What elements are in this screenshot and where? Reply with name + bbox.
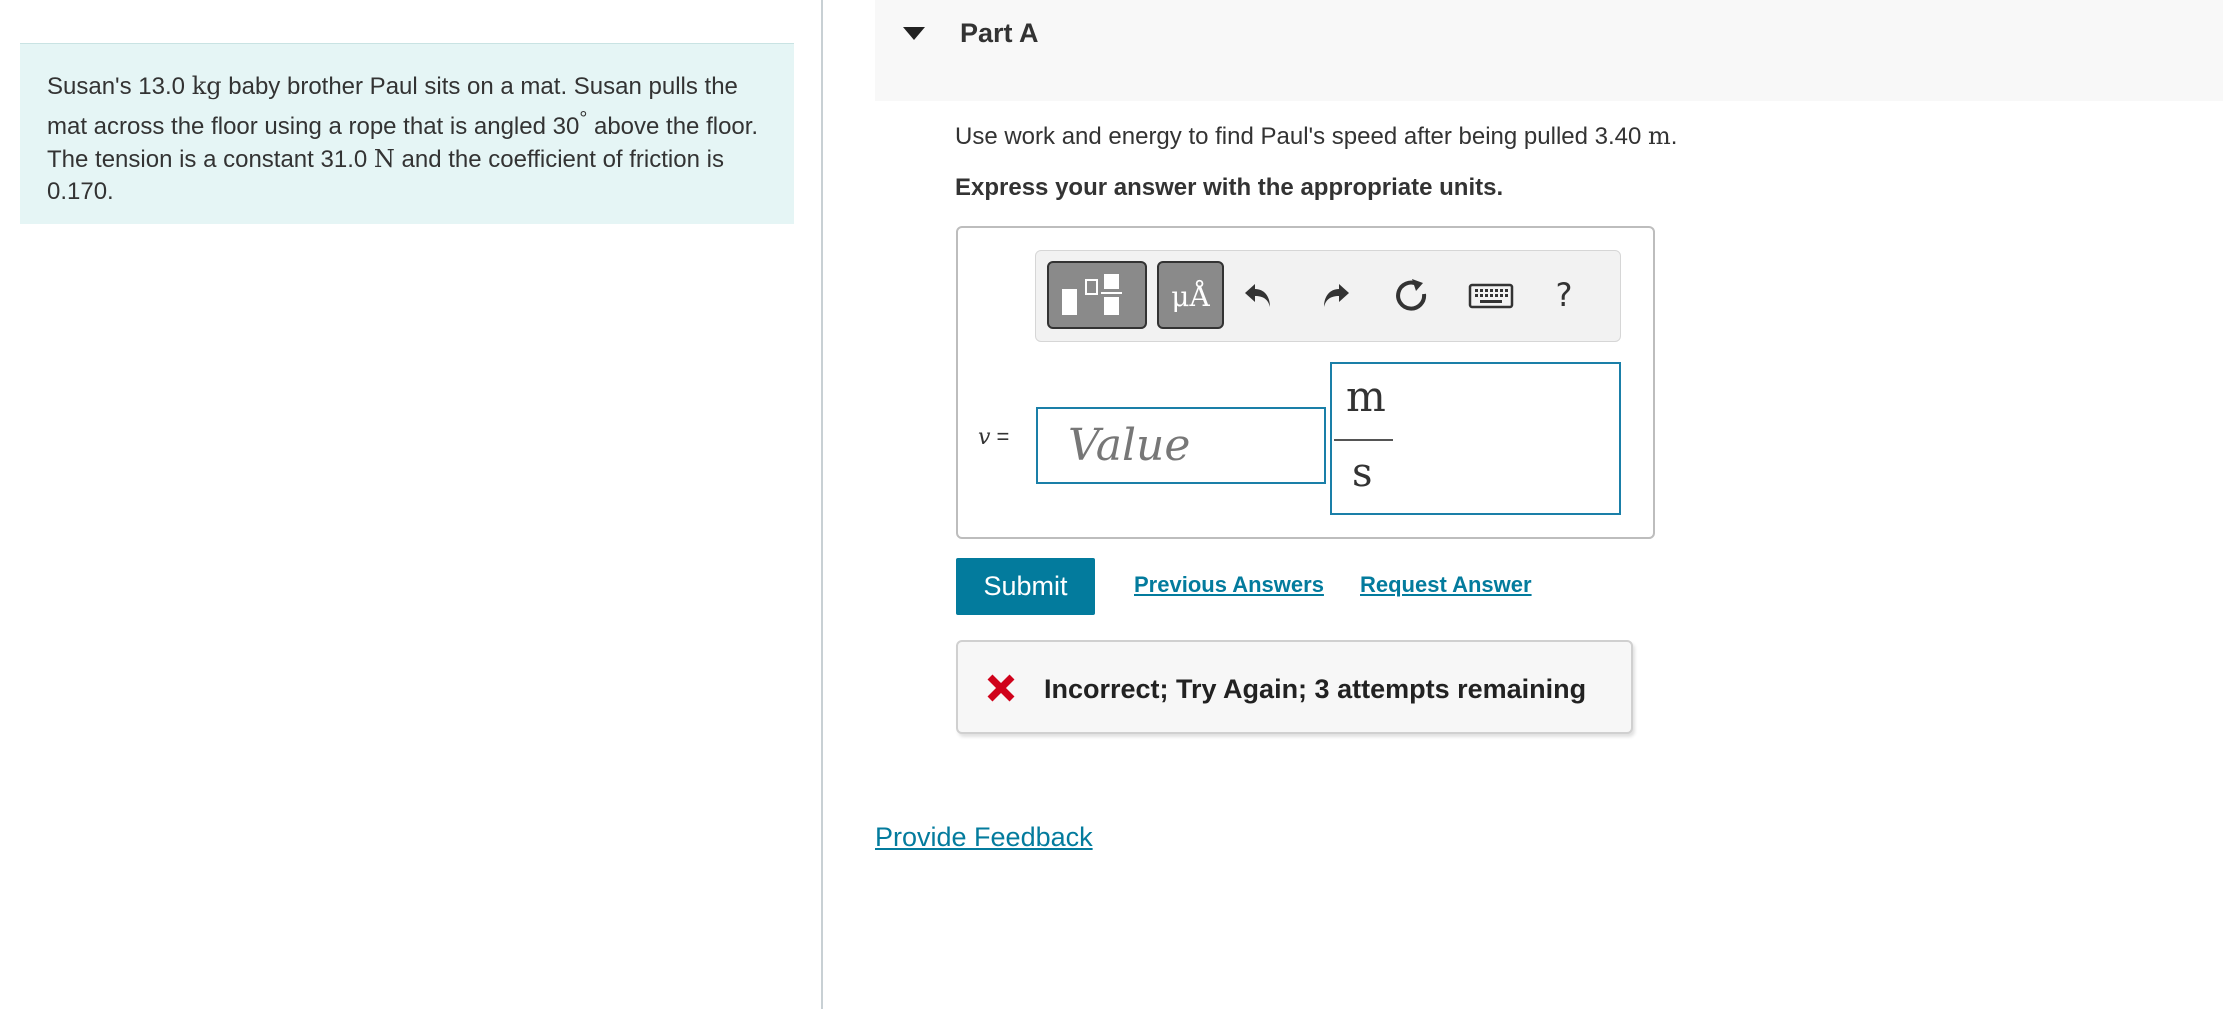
feedback-box: Incorrect; Try Again; 3 attempts remaini…	[956, 640, 1633, 734]
keyboard-icon[interactable]	[1468, 275, 1514, 315]
question-unit: m	[1648, 122, 1671, 150]
variable-label: v =	[978, 424, 1009, 450]
incorrect-x-icon	[987, 674, 1015, 702]
reset-icon[interactable]	[1391, 275, 1431, 315]
unit-kg: kg	[191, 72, 222, 100]
unit-input[interactable]: m s	[1330, 362, 1621, 515]
value-input[interactable]	[1036, 407, 1326, 484]
feedback-message: Incorrect; Try Again; 3 attempts remaini…	[1044, 674, 1587, 704]
problem-text-1: Susan's 13.0	[47, 73, 192, 100]
instruction-text: Express your answer with the appropriate…	[955, 174, 1504, 201]
unit-denominator: s	[1352, 450, 1373, 496]
problem-statement-box: Susan's 13.0 kg baby brother Paul sits o…	[20, 43, 794, 224]
undo-icon[interactable]	[1239, 275, 1279, 315]
submit-button[interactable]: Submit	[956, 558, 1095, 615]
problem-statement: Susan's 13.0 kg baby brother Paul sits o…	[47, 70, 777, 208]
part-title: Part A	[960, 18, 1039, 48]
question-text: Use work and energy to find Paul's speed…	[955, 122, 1677, 151]
part-header[interactable]: Part A	[875, 0, 2223, 101]
provide-feedback-link[interactable]: Provide Feedback	[875, 822, 1093, 853]
unit-numerator: m	[1346, 372, 1386, 421]
variable-symbol: v	[978, 425, 991, 450]
templates-icon	[1062, 274, 1122, 315]
question-body: Use work and energy to find Paul's speed…	[955, 123, 1649, 150]
request-answer-link[interactable]: Request Answer	[1360, 572, 1532, 598]
units-label: μÅ	[1171, 280, 1210, 313]
templates-button[interactable]	[1047, 261, 1147, 329]
math-toolbar: μÅ ?	[1035, 250, 1621, 342]
equals-sign: =	[990, 424, 1010, 449]
fraction-bar	[1334, 439, 1393, 441]
collapse-caret-icon[interactable]	[903, 27, 925, 40]
question-end: .	[1670, 123, 1678, 150]
previous-answers-link[interactable]: Previous Answers	[1134, 572, 1324, 598]
help-button[interactable]: ?	[1546, 277, 1582, 317]
left-pane: Susan's 13.0 kg baby brother Paul sits o…	[0, 0, 823, 1009]
unit-n: N	[373, 145, 395, 173]
redo-icon[interactable]	[1315, 275, 1355, 315]
units-button[interactable]: μÅ	[1157, 261, 1224, 329]
answer-box: μÅ ? v = Value m s	[956, 226, 1655, 539]
